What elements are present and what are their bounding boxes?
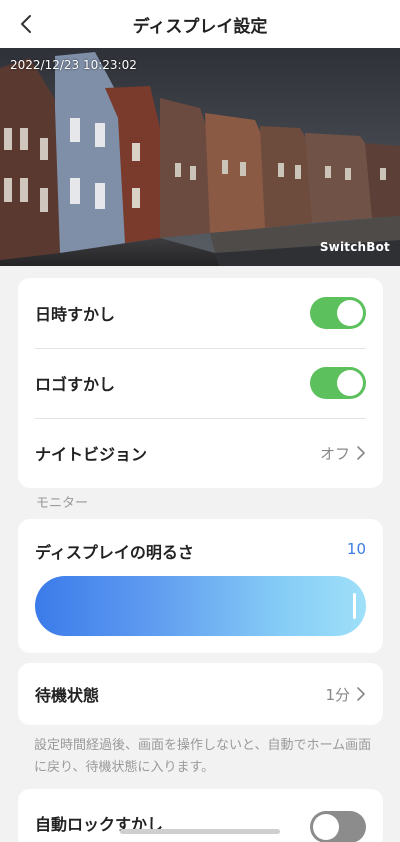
- switchbot-logo: SwitchBot: [319, 240, 390, 254]
- logo-watermark-label: ロゴすかし: [35, 375, 116, 394]
- back-button[interactable]: [14, 12, 38, 36]
- standby-description: 設定時間経過後、画面を操作しないと、自動でホーム画面に戻り、待機状態に入ります。: [34, 738, 372, 775]
- standby-label: 待機状態: [35, 686, 100, 705]
- logo-watermark-row: ロゴすかし: [18, 348, 383, 418]
- toggle-knob: [337, 300, 363, 326]
- standby-row[interactable]: 待機状態 1分: [18, 663, 383, 725]
- datetime-watermark-row: 日時すかし: [18, 278, 383, 348]
- camera-timestamp: 2022/12/23 10:23:02: [10, 58, 137, 72]
- chevron-right-icon: [357, 687, 365, 701]
- auto-lock-toggle[interactable]: [310, 811, 366, 842]
- slider-handle[interactable]: [353, 593, 356, 619]
- watermark-settings-card: 日時すかし ロゴすかし ナイトビジョン オフ: [18, 278, 383, 488]
- chevron-left-icon: [21, 15, 31, 33]
- standby-card: 待機状態 1分: [18, 663, 383, 725]
- monitor-section-label: モニター: [36, 496, 89, 511]
- standby-value: 1分: [325, 685, 350, 704]
- brightness-card: ディスプレイの明るさ 10: [18, 519, 383, 653]
- camera-preview: 2022/12/23 10:23:02 SwitchBot: [0, 48, 400, 266]
- logo-watermark-toggle[interactable]: [310, 367, 366, 399]
- top-app-bar: ディスプレイ設定: [0, 0, 400, 48]
- toggle-knob: [313, 814, 339, 840]
- home-indicator: [120, 829, 280, 834]
- toggle-knob: [337, 370, 363, 396]
- chevron-right-icon: [357, 446, 365, 460]
- night-vision-label: ナイトビジョン: [35, 445, 148, 464]
- night-vision-row[interactable]: ナイトビジョン オフ: [18, 418, 383, 488]
- brightness-value: 10: [346, 540, 366, 558]
- night-vision-value: オフ: [319, 444, 350, 463]
- auto-lock-row: 自動ロックすかし: [18, 789, 383, 842]
- brightness-slider[interactable]: [35, 576, 366, 636]
- datetime-watermark-toggle[interactable]: [310, 297, 366, 329]
- brightness-label: ディスプレイの明るさ: [35, 543, 194, 562]
- camera-image: [0, 48, 400, 266]
- datetime-watermark-label: 日時すかし: [35, 305, 116, 324]
- auto-lock-card: 自動ロックすかし: [18, 789, 383, 842]
- page-title: ディスプレイ設定: [132, 16, 268, 37]
